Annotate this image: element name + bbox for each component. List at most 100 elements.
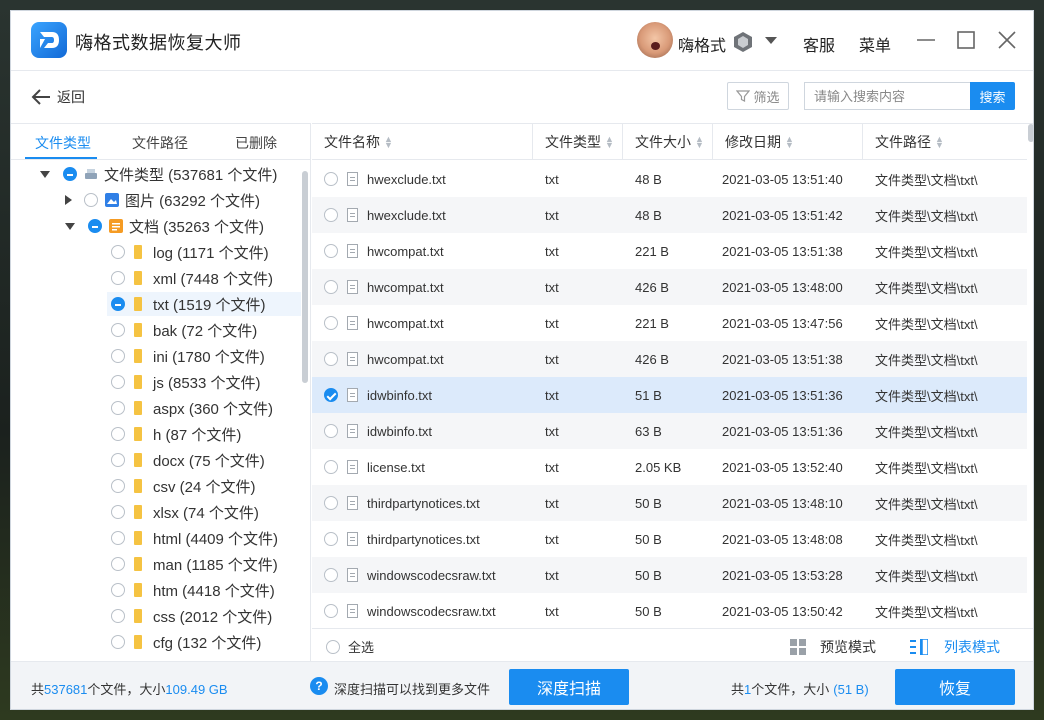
tree-node-xlsx[interactable]: xlsx (74 个文件) bbox=[111, 500, 259, 524]
deep-scan-button[interactable]: 深度扫描 bbox=[509, 669, 629, 705]
tree-node-bak[interactable]: bak (72 个文件) bbox=[111, 318, 257, 342]
tree-node-aspx[interactable]: aspx (360 个文件) bbox=[111, 396, 273, 420]
file-name: license.txt bbox=[367, 459, 425, 475]
modified-date: 2021-03-05 13:47:56 bbox=[722, 315, 843, 331]
select-all-checkbox[interactable]: 全选 bbox=[326, 637, 374, 656]
app-window: 嗨格式数据恢复大师 嗨格式 客服 菜单 返回 筛选 搜索 文件类型 文件路径 已 bbox=[10, 10, 1034, 710]
tree-checkbox[interactable] bbox=[63, 167, 77, 181]
tree-node-css[interactable]: css (2012 个文件) bbox=[111, 604, 272, 628]
tree-vertical-scrollbar[interactable] bbox=[302, 171, 308, 383]
column-header-type[interactable]: 文件类型 ▲ ▼ bbox=[533, 124, 623, 160]
tree-node-log[interactable]: log (1171 个文件) bbox=[111, 240, 269, 264]
column-header-date[interactable]: 修改日期 ▲ ▼ bbox=[713, 124, 863, 160]
row-checkbox[interactable] bbox=[324, 460, 338, 474]
table-row[interactable]: hwexclude.txt txt 48 B 2021-03-05 13:51:40 文… bbox=[312, 161, 1027, 197]
table-row[interactable]: hwcompat.txt txt 221 B 2021-03-05 13:47:56 文… bbox=[312, 305, 1027, 341]
search-button[interactable]: 搜索 bbox=[970, 82, 1015, 110]
tree-node-js[interactable]: js (8533 个文件) bbox=[111, 370, 261, 394]
file-type: txt bbox=[545, 387, 559, 403]
table-row[interactable]: thirdpartynotices.txt txt 50 B 2021-03-05 1… bbox=[312, 485, 1027, 521]
tree-node-xml[interactable]: xml (7448 个文件) bbox=[111, 266, 273, 290]
tree-checkbox[interactable] bbox=[84, 193, 98, 207]
folder-icon bbox=[134, 245, 142, 259]
folder-icon bbox=[134, 453, 142, 467]
tree-checkbox[interactable] bbox=[88, 219, 102, 233]
back-button[interactable]: 返回 bbox=[31, 86, 85, 108]
tree-node-h[interactable]: h (87 个文件) bbox=[111, 422, 241, 446]
user-dropdown-icon[interactable] bbox=[765, 37, 777, 44]
tree-node-cfg[interactable]: cfg (132 个文件) bbox=[111, 630, 261, 654]
table-row[interactable]: hwcompat.txt txt 221 B 2021-03-05 13:51:38 文… bbox=[312, 233, 1027, 269]
collapse-caret-icon[interactable] bbox=[65, 195, 72, 205]
tree-node-root[interactable]: 文件类型 (537681 个文件) bbox=[40, 162, 277, 186]
table-row[interactable]: hwexclude.txt txt 48 B 2021-03-05 13:51:42 文… bbox=[312, 197, 1027, 233]
folder-icon bbox=[134, 323, 142, 337]
table-row[interactable]: hwcompat.txt txt 426 B 2021-03-05 13:48:00 文… bbox=[312, 269, 1027, 305]
table-vertical-scrollbar[interactable] bbox=[1028, 124, 1033, 628]
table-row[interactable]: idwbinfo.txt txt 51 B 2021-03-05 13:51:36 文件… bbox=[312, 377, 1027, 413]
list-mode-button[interactable]: 列表模式 bbox=[910, 637, 1000, 657]
user-name[interactable]: 嗨格式 bbox=[678, 32, 726, 56]
table-row[interactable]: hwcompat.txt txt 426 B 2021-03-05 13:51:38 文… bbox=[312, 341, 1027, 377]
row-checkbox[interactable] bbox=[324, 172, 338, 186]
file-path: 文件类型\文档\txt\ bbox=[875, 496, 978, 512]
table-row[interactable]: idwbinfo.txt txt 63 B 2021-03-05 13:51:36 文件… bbox=[312, 413, 1027, 449]
column-header-size[interactable]: 文件大小 ▲ ▼ bbox=[623, 124, 713, 160]
tree-node-htm[interactable]: htm (4418 个文件) bbox=[111, 578, 275, 602]
tree-node-html[interactable]: html (4409 个文件) bbox=[111, 526, 278, 550]
row-checkbox[interactable] bbox=[324, 604, 338, 618]
row-checkbox[interactable] bbox=[324, 280, 338, 294]
row-checkbox[interactable] bbox=[324, 244, 338, 258]
row-name-cell: thirdpartynotices.txt bbox=[324, 521, 480, 557]
expand-caret-icon[interactable] bbox=[65, 222, 75, 230]
user-avatar[interactable] bbox=[637, 22, 673, 58]
tree-node-documents[interactable]: 文档 (35263 个文件) bbox=[65, 214, 264, 238]
file-type: txt bbox=[545, 567, 559, 583]
file-type: txt bbox=[545, 171, 559, 187]
filter-button[interactable]: 筛选 bbox=[727, 82, 789, 110]
modified-date: 2021-03-05 13:51:42 bbox=[722, 207, 843, 223]
tree-node-man[interactable]: man (1185 个文件) bbox=[111, 552, 278, 576]
filter-label: 筛选 bbox=[753, 89, 780, 105]
row-name-cell: hwexclude.txt bbox=[324, 161, 446, 197]
row-checkbox[interactable] bbox=[324, 532, 338, 546]
tab-file-path[interactable]: 文件路径 bbox=[132, 133, 188, 153]
expand-caret-icon[interactable] bbox=[40, 170, 50, 178]
file-path: 文件类型\文档\txt\ bbox=[875, 244, 978, 260]
tab-deleted[interactable]: 已删除 bbox=[235, 133, 277, 153]
minimize-icon[interactable] bbox=[915, 29, 937, 51]
file-type: txt bbox=[545, 531, 559, 547]
row-checkbox[interactable] bbox=[324, 316, 338, 330]
close-icon[interactable] bbox=[996, 29, 1018, 51]
menu-link[interactable]: 菜单 bbox=[859, 32, 891, 56]
tree-node-csv[interactable]: csv (24 个文件) bbox=[111, 474, 256, 498]
column-header-name[interactable]: 文件名称 ▲ ▼ bbox=[312, 124, 533, 160]
preview-mode-button[interactable]: 预览模式 bbox=[790, 637, 876, 657]
tree-node-docx[interactable]: docx (75 个文件) bbox=[111, 448, 265, 472]
file-size: 63 B bbox=[635, 423, 662, 439]
tab-file-type[interactable]: 文件类型 bbox=[35, 133, 91, 153]
tree-node-txt[interactable]: txt (1519 个文件) bbox=[107, 292, 301, 316]
customer-service-link[interactable]: 客服 bbox=[803, 32, 835, 56]
column-header-path[interactable]: 文件路径 ▲ ▼ bbox=[863, 124, 1027, 160]
table-row[interactable]: license.txt txt 2.05 KB 2021-03-05 13:52:40… bbox=[312, 449, 1027, 485]
row-checkbox[interactable] bbox=[324, 424, 338, 438]
search-input[interactable] bbox=[804, 82, 970, 110]
folder-icon bbox=[134, 427, 142, 441]
row-checkbox[interactable] bbox=[324, 388, 338, 402]
row-checkbox[interactable] bbox=[324, 568, 338, 582]
table-row[interactable]: thirdpartynotices.txt txt 50 B 2021-03-05 1… bbox=[312, 521, 1027, 557]
row-checkbox[interactable] bbox=[324, 496, 338, 510]
recover-button[interactable]: 恢复 bbox=[895, 669, 1015, 705]
tree-node-ini[interactable]: ini (1780 个文件) bbox=[111, 344, 265, 368]
tree-node-images[interactable]: 图片 (63292 个文件) bbox=[65, 188, 260, 212]
table-row[interactable]: windowscodecsraw.txt txt 50 B 2021-03-05 13… bbox=[312, 593, 1027, 628]
folder-icon bbox=[134, 297, 142, 311]
help-icon[interactable]: ? bbox=[310, 677, 328, 695]
select-all-circle[interactable] bbox=[326, 639, 340, 654]
table-row[interactable]: windowscodecsraw.txt txt 50 B 2021-03-05 13… bbox=[312, 557, 1027, 593]
maximize-icon[interactable] bbox=[955, 29, 977, 51]
row-checkbox[interactable] bbox=[324, 352, 338, 366]
back-arrow-icon bbox=[31, 89, 50, 105]
row-checkbox[interactable] bbox=[324, 208, 338, 222]
